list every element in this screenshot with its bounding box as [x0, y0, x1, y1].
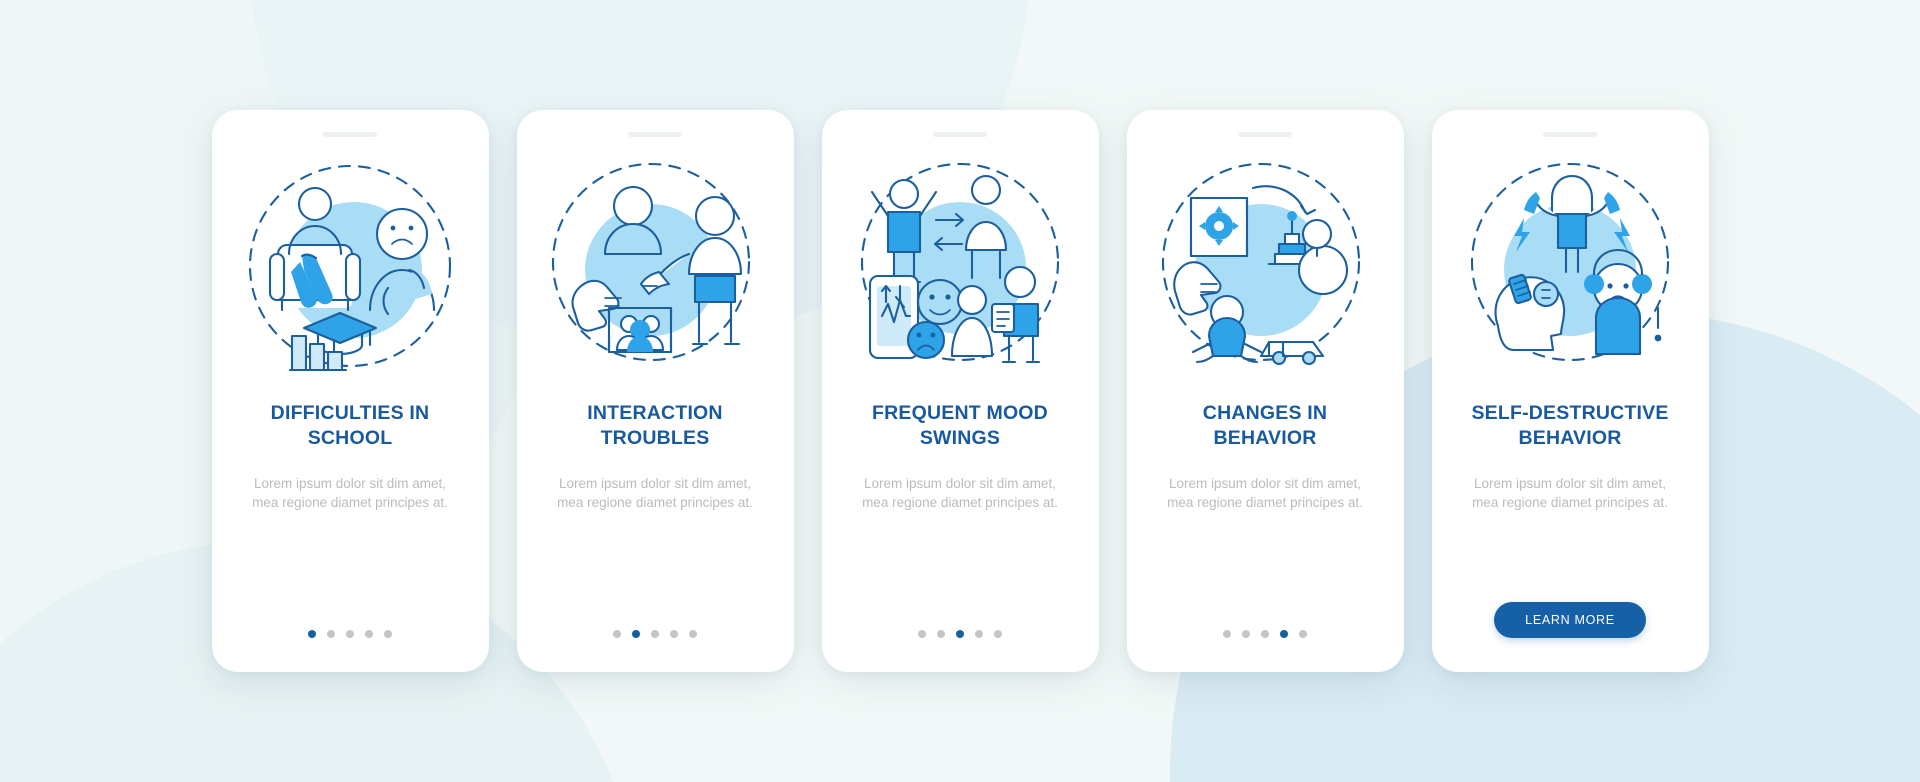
screen-title: DIFFICULTIES IN SCHOOL	[270, 402, 430, 449]
pagination-dot-4[interactable]	[670, 630, 678, 638]
pagination-dot-3[interactable]	[956, 630, 964, 638]
illustration-self-destructive-behavior	[1432, 141, 1709, 391]
pagination-dots[interactable]	[918, 630, 1002, 638]
screen-footer	[212, 630, 489, 638]
phone-speaker-notch	[628, 132, 682, 137]
screen-footer	[822, 630, 1099, 638]
pagination-dot-5[interactable]	[689, 630, 697, 638]
pagination-dot-2[interactable]	[937, 630, 945, 638]
onboarding-screen-difficulties-in-school[interactable]: DIFFICULTIES IN SCHOOL Lorem ipsum dolor…	[211, 110, 489, 672]
screen-footer: LEARN MORE	[1432, 602, 1709, 638]
pagination-dot-5[interactable]	[384, 630, 392, 638]
onboarding-screen-changes-in-behavior[interactable]: CHANGES IN BEHAVIOR Lorem ipsum dolor si…	[1126, 110, 1404, 672]
distressed-child-head-in-hands-icon	[1470, 162, 1670, 362]
onboarding-screen-interaction-troubles[interactable]: INTERACTION TROUBLES Lorem ipsum dolor s…	[516, 110, 794, 672]
illustration-interaction-troubles	[517, 141, 794, 391]
pagination-dot-4[interactable]	[1280, 630, 1288, 638]
screen-body-text: Lorem ipsum dolor sit dim amet, mea regi…	[252, 476, 448, 510]
onboarding-screen-self-destructive-behavior[interactable]: SELF-DESTRUCTIVE BEHAVIOR Lorem ipsum do…	[1431, 110, 1709, 672]
illustration-difficulties-in-school	[212, 141, 489, 391]
pagination-dots[interactable]	[1223, 630, 1307, 638]
pagination-dot-3[interactable]	[1261, 630, 1269, 638]
pagination-dots[interactable]	[613, 630, 697, 638]
pagination-dot-3[interactable]	[346, 630, 354, 638]
screen-title: CHANGES IN BEHAVIOR	[1202, 402, 1328, 449]
onboarding-screen-frequent-mood-swings[interactable]: FREQUENT MOOD SWINGS Lorem ipsum dolor s…	[821, 110, 1099, 672]
phone-speaker-notch	[323, 132, 377, 137]
pagination-dot-3[interactable]	[651, 630, 659, 638]
onboarding-screens-row: DIFFICULTIES IN SCHOOL Lorem ipsum dolor…	[0, 0, 1920, 782]
people-pointing-thumbs-down-group-icon	[551, 162, 751, 362]
screen-footer	[517, 630, 794, 638]
illustration-frequent-mood-swings	[822, 141, 1099, 391]
phone-speaker-notch	[933, 132, 987, 137]
screen-body-text: Lorem ipsum dolor sit dim amet, mea regi…	[862, 476, 1058, 510]
child-toys-gear-hand-behavior-change-icon	[1161, 162, 1361, 366]
screen-footer	[1127, 630, 1404, 638]
pagination-dot-5[interactable]	[1299, 630, 1307, 638]
mood-swing-phone-smiley-sad-face-icon	[860, 162, 1060, 364]
pagination-dot-2[interactable]	[327, 630, 335, 638]
pagination-dot-2[interactable]	[1242, 630, 1250, 638]
phone-speaker-notch	[1543, 132, 1597, 137]
pagination-dot-4[interactable]	[365, 630, 373, 638]
pagination-dot-1[interactable]	[613, 630, 621, 638]
screen-title: FREQUENT MOOD SWINGS	[872, 402, 1048, 449]
pagination-dot-1[interactable]	[1223, 630, 1231, 638]
pagination-dots[interactable]	[308, 630, 392, 638]
phone-speaker-notch	[1238, 132, 1292, 137]
learn-more-button[interactable]: LEARN MORE	[1494, 602, 1646, 638]
pagination-dot-1[interactable]	[308, 630, 316, 638]
pagination-dot-5[interactable]	[994, 630, 1002, 638]
pagination-dot-4[interactable]	[975, 630, 983, 638]
screen-body-text: Lorem ipsum dolor sit dim amet, mea regi…	[1167, 476, 1363, 510]
screen-title: INTERACTION TROUBLES	[587, 402, 723, 449]
screen-body-text: Lorem ipsum dolor sit dim amet, mea regi…	[557, 476, 753, 510]
pagination-dot-2[interactable]	[632, 630, 640, 638]
student-in-armchair-graduation-cap-chart-icon	[248, 164, 452, 372]
screen-title: SELF-DESTRUCTIVE BEHAVIOR	[1471, 402, 1669, 449]
pagination-dot-1[interactable]	[918, 630, 926, 638]
illustration-changes-in-behavior	[1127, 141, 1404, 391]
screen-body-text: Lorem ipsum dolor sit dim amet, mea regi…	[1472, 476, 1668, 510]
